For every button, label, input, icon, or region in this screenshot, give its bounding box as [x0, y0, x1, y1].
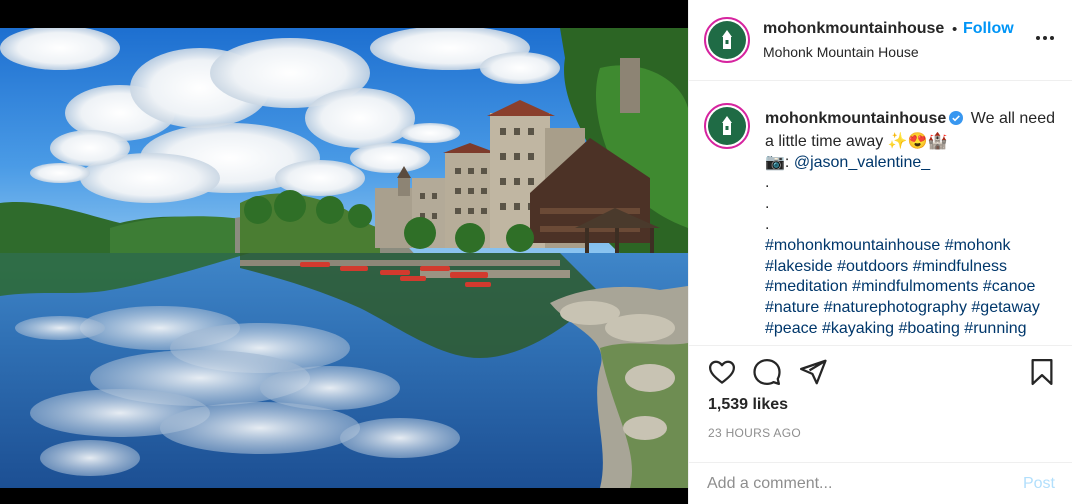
- comment-bar: Post: [689, 462, 1072, 504]
- header-username[interactable]: mohonkmountainhouse: [763, 20, 944, 38]
- caption-dot: .: [765, 195, 770, 213]
- caption-avatar-image: [708, 107, 746, 145]
- likes-count[interactable]: 1,539 likes: [708, 396, 788, 414]
- hashtag-link[interactable]: #canoe: [983, 278, 1036, 295]
- caption-section: mohonkmountainhouse We all need a little…: [689, 81, 1072, 346]
- follow-button[interactable]: Follow: [963, 20, 1014, 38]
- post-comment-button[interactable]: Post: [1023, 475, 1055, 493]
- hashtag-link[interactable]: #naturephotography: [824, 299, 967, 316]
- hashtag-link[interactable]: #boating: [898, 320, 959, 337]
- separator-dot: •: [952, 21, 958, 38]
- post-timestamp[interactable]: 23 HOURS AGO: [708, 426, 801, 440]
- location-link[interactable]: Mohonk Mountain House: [763, 44, 919, 60]
- hashtag-link[interactable]: #getaway: [971, 299, 1040, 316]
- hashtag-link[interactable]: #outdoors: [837, 258, 908, 275]
- hashtag-link[interactable]: #mohonk: [945, 237, 1011, 254]
- tower-logo-icon: [722, 30, 732, 49]
- tower-logo-icon: [722, 116, 732, 135]
- credit-handle-link[interactable]: @jason_valentine_: [794, 154, 930, 171]
- heart-icon[interactable]: [707, 357, 737, 392]
- instagram-post: mohonkmountainhouse • Follow Mohonk Moun…: [0, 0, 1072, 504]
- paper-plane-icon[interactable]: [798, 357, 828, 392]
- caption-avatar[interactable]: [704, 103, 750, 149]
- post-side-panel: mohonkmountainhouse • Follow Mohonk Moun…: [688, 0, 1072, 504]
- camera-emoji: 📷:: [765, 153, 790, 171]
- post-photo: [0, 28, 688, 488]
- post-media[interactable]: [0, 0, 688, 504]
- verified-badge-icon: [949, 111, 964, 132]
- hashtag-link[interactable]: #nature: [765, 299, 819, 316]
- hashtag-link[interactable]: #mindfulness: [913, 258, 1007, 275]
- comment-icon[interactable]: [752, 357, 782, 392]
- avatar-image: [708, 21, 746, 59]
- avatar[interactable]: [704, 17, 750, 63]
- hashtag-link[interactable]: #meditation: [765, 278, 848, 295]
- hashtag-link[interactable]: #kayaking: [822, 320, 894, 337]
- action-bar: [689, 357, 1072, 389]
- caption-dot: .: [765, 215, 770, 233]
- hashtag-link[interactable]: #peace: [765, 320, 818, 337]
- hashtag-link[interactable]: #lakeside: [765, 258, 833, 275]
- bookmark-icon[interactable]: [1027, 357, 1057, 392]
- caption-text: mohonkmountainhouse We all need a little…: [765, 109, 1065, 340]
- caption-dot: .: [765, 174, 770, 192]
- caption-username[interactable]: mohonkmountainhouse: [765, 110, 946, 127]
- hashtag-link[interactable]: #running: [964, 320, 1026, 337]
- hashtag-link[interactable]: #mindfulmoments: [852, 278, 978, 295]
- comment-input[interactable]: [707, 473, 997, 495]
- post-header: mohonkmountainhouse • Follow Mohonk Moun…: [689, 0, 1072, 81]
- more-options-icon[interactable]: [1035, 28, 1055, 46]
- hashtag-link[interactable]: #mohonkmountainhouse: [765, 237, 940, 254]
